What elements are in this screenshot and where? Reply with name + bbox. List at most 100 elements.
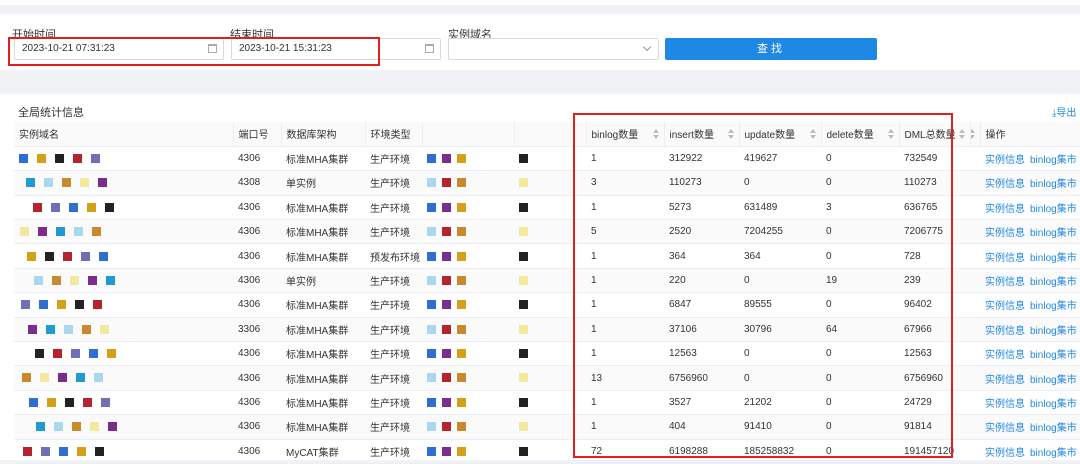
redaction-block bbox=[90, 422, 99, 432]
search-button[interactable]: 查找 bbox=[665, 38, 877, 60]
redaction-block bbox=[93, 300, 102, 310]
redaction-block bbox=[442, 397, 451, 407]
actions-cell: 实例信息 binlog集市 bbox=[980, 317, 1080, 343]
arch-cell: 标准MHA集群 bbox=[281, 390, 365, 416]
arch-cell: 单实例 bbox=[281, 268, 365, 294]
export-button[interactable]: ⤓导出 bbox=[1052, 104, 1080, 119]
instance-info-link[interactable]: 实例信息 bbox=[985, 204, 1025, 215]
binlog-market-link[interactable]: binlog集市 bbox=[1030, 277, 1077, 288]
column-header[interactable]: insert数量 bbox=[664, 122, 740, 147]
column-header-label: 数据库架构 bbox=[286, 130, 337, 142]
port-cell: 4306 bbox=[233, 219, 281, 245]
instance-info-link[interactable]: 实例信息 bbox=[985, 423, 1025, 434]
column-header-label: binlog数量 bbox=[591, 130, 639, 142]
column-header[interactable]: DML总数量 bbox=[899, 122, 971, 147]
env-cell: 生产环境 bbox=[365, 195, 422, 221]
redaction-block bbox=[22, 373, 31, 383]
redaction-block bbox=[519, 349, 528, 359]
binlog-market-link[interactable]: binlog集市 bbox=[1030, 228, 1077, 239]
redaction-block bbox=[33, 202, 42, 212]
redacted-cell bbox=[514, 219, 586, 245]
redaction-block bbox=[442, 373, 451, 383]
binlog-market-link[interactable]: binlog集市 bbox=[1030, 179, 1077, 190]
binlog-market-link[interactable]: binlog集市 bbox=[1030, 301, 1077, 312]
end-time-input[interactable]: 2023-10-21 15:31:23 bbox=[231, 38, 441, 60]
domain-select[interactable] bbox=[448, 38, 659, 60]
binlog-market-link[interactable]: binlog集市 bbox=[1030, 375, 1077, 386]
redaction-block bbox=[40, 373, 49, 383]
port-cell: 4306 bbox=[233, 243, 281, 269]
binlog-market-link[interactable]: binlog集市 bbox=[1030, 204, 1077, 215]
binlog-count-cell: 3 bbox=[586, 170, 664, 196]
dml-count-cell: 6756960 bbox=[899, 365, 970, 391]
redaction-block bbox=[29, 397, 38, 407]
binlog-market-link[interactable]: binlog集市 bbox=[1030, 155, 1077, 166]
port-cell: 4306 bbox=[233, 195, 281, 221]
instance-info-link[interactable]: 实例信息 bbox=[985, 228, 1025, 239]
instance-info-link[interactable]: 实例信息 bbox=[985, 253, 1025, 264]
delete-count-cell: 0 bbox=[821, 170, 899, 196]
redaction-block bbox=[52, 275, 61, 285]
delete-count-cell: 3 bbox=[821, 195, 899, 221]
redaction-block bbox=[19, 153, 28, 163]
instance-info-link[interactable]: 实例信息 bbox=[985, 179, 1025, 190]
redacted-cell bbox=[514, 341, 586, 367]
env-cell: 生产环境 bbox=[365, 268, 422, 294]
instance-info-link[interactable]: 实例信息 bbox=[985, 301, 1025, 312]
column-header[interactable]: delete数量 bbox=[821, 122, 900, 147]
spacer-cell bbox=[970, 195, 980, 221]
column-header bbox=[970, 122, 981, 147]
dml-count-cell: 636765 bbox=[899, 195, 970, 221]
column-header[interactable]: binlog数量 bbox=[586, 122, 665, 147]
redaction-block bbox=[427, 202, 436, 212]
instance-info-link[interactable]: 实例信息 bbox=[985, 155, 1025, 166]
calendar-icon bbox=[425, 44, 434, 53]
instance-info-link[interactable]: 实例信息 bbox=[985, 448, 1025, 459]
port-cell: 4306 bbox=[233, 341, 281, 367]
binlog-count-cell: 1 bbox=[586, 292, 664, 318]
redacted-cell bbox=[514, 268, 586, 294]
binlog-market-link[interactable]: binlog集市 bbox=[1030, 448, 1077, 459]
actions-cell: 实例信息 binlog集市 bbox=[980, 414, 1080, 440]
actions-cell: 实例信息 binlog集市 bbox=[980, 219, 1080, 245]
instance-info-link[interactable]: 实例信息 bbox=[985, 375, 1025, 386]
redaction-block bbox=[69, 202, 78, 212]
binlog-market-link[interactable]: binlog集市 bbox=[1030, 399, 1077, 410]
delete-count-cell: 0 bbox=[821, 146, 899, 172]
delete-count-cell: 0 bbox=[821, 390, 899, 416]
instance-info-link[interactable]: 实例信息 bbox=[985, 399, 1025, 410]
export-label: 导出 bbox=[1056, 108, 1077, 119]
instance-info-link[interactable]: 实例信息 bbox=[985, 350, 1025, 361]
redacted-cell bbox=[422, 170, 514, 196]
instance-info-link[interactable]: 实例信息 bbox=[985, 326, 1025, 337]
redaction-block bbox=[105, 202, 114, 212]
redaction-block bbox=[457, 178, 466, 188]
instance-info-link[interactable]: 实例信息 bbox=[985, 277, 1025, 288]
table-row: 4306 标准MHA集群 预发布环境 1 364 364 0 728 实例信息 binlog集市 bbox=[14, 243, 1080, 269]
redaction-block bbox=[54, 422, 63, 432]
redaction-block bbox=[75, 300, 84, 310]
column-header[interactable]: update数量 bbox=[739, 122, 822, 147]
redacted-cell bbox=[422, 317, 514, 343]
binlog-market-link[interactable]: binlog集市 bbox=[1030, 326, 1077, 337]
start-time-input[interactable]: 2023-10-21 07:31:23 bbox=[14, 38, 224, 60]
binlog-market-link[interactable]: binlog集市 bbox=[1030, 350, 1077, 361]
redaction-block bbox=[442, 251, 451, 261]
column-header-label: 环境类型 bbox=[370, 130, 411, 142]
redacted-cell bbox=[514, 414, 586, 440]
column-header: 操作 bbox=[980, 122, 1080, 147]
redaction-block bbox=[82, 324, 91, 334]
insert-count-cell: 312922 bbox=[664, 146, 739, 172]
binlog-market-link[interactable]: binlog集市 bbox=[1030, 423, 1077, 434]
update-count-cell: 89555 bbox=[739, 292, 821, 318]
binlog-market-link[interactable]: binlog集市 bbox=[1030, 253, 1077, 264]
redacted-cell bbox=[422, 146, 514, 172]
redaction-block bbox=[427, 349, 436, 359]
dml-count-cell: 12563 bbox=[899, 341, 970, 367]
dml-count-cell: 110273 bbox=[899, 170, 970, 196]
column-header bbox=[514, 122, 587, 147]
env-cell: 生产环境 bbox=[365, 170, 422, 196]
redaction-block bbox=[442, 324, 451, 334]
column-header-label: DML总数量 bbox=[904, 130, 956, 142]
actions-cell: 实例信息 binlog集市 bbox=[980, 195, 1080, 221]
